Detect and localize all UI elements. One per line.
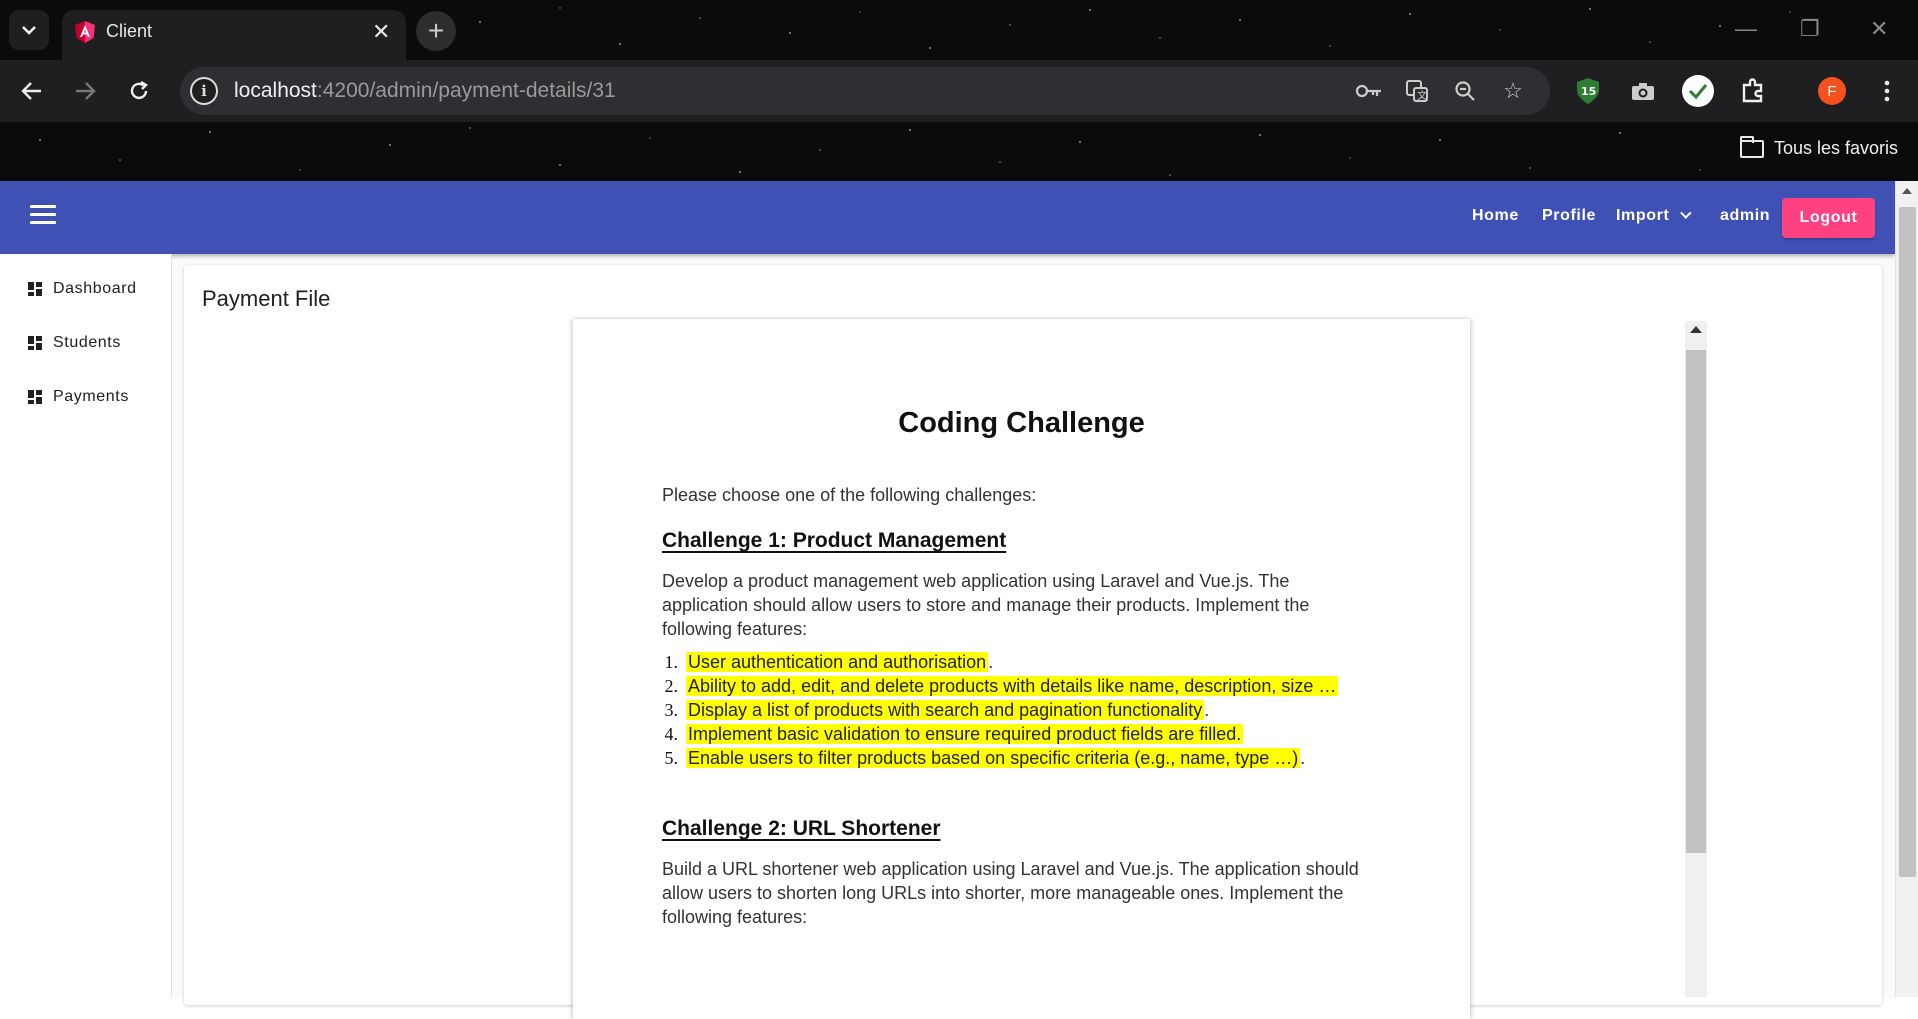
sidebar-item-dashboard[interactable]: Dashboard xyxy=(28,280,137,298)
menu-hamburger-icon[interactable] xyxy=(30,205,56,225)
back-arrow-icon[interactable] xyxy=(15,74,49,108)
nav-import-menu[interactable]: Import xyxy=(1616,207,1692,225)
url-text[interactable]: localhost:4200/admin/payment-details/31 xyxy=(234,79,616,103)
sidebar-item-label: Dashboard xyxy=(53,280,137,297)
reload-icon[interactable] xyxy=(122,74,156,108)
challenge2-desc-line: following features: xyxy=(662,907,808,927)
translate-icon[interactable]: 文 xyxy=(1403,78,1431,104)
feature-list-item: 1. User authentication and authorisation. xyxy=(664,652,994,672)
angular-favicon-icon xyxy=(75,21,95,43)
browser-chrome: Client ✕ + — ❐ ✕ i localhost:4200/admin/… xyxy=(0,0,1918,181)
sidebar-item-label: Payments xyxy=(53,388,129,405)
svg-text:文: 文 xyxy=(1417,89,1427,102)
dashboard-icon xyxy=(28,336,42,350)
nav-home-link[interactable]: Home xyxy=(1472,207,1519,225)
challenge2-desc-line: Build a URL shortener web application us… xyxy=(662,859,1359,879)
address-bar[interactable]: i localhost:4200/admin/payment-details/3… xyxy=(180,67,1550,115)
close-window-icon[interactable]: ✕ xyxy=(1870,16,1888,42)
tab-strip: Client ✕ + — ❐ ✕ xyxy=(0,0,1918,60)
nav-import-label: Import xyxy=(1616,207,1670,224)
sidebar-item-label: Students xyxy=(53,334,121,351)
pdf-scroll-thumb[interactable] xyxy=(1686,350,1706,853)
challenge1-desc-line: following features: xyxy=(662,619,808,639)
folder-icon xyxy=(1739,135,1764,158)
sidebar: Dashboard Students Payments xyxy=(0,254,172,997)
top-app-bar: Home Profile Import admin Logout xyxy=(0,181,1895,254)
pdf-page[interactable]: Coding Challenge Please choose one of th… xyxy=(573,319,1470,1019)
zoom-icon[interactable] xyxy=(1451,78,1479,104)
restore-icon[interactable]: ❐ xyxy=(1800,16,1820,42)
challenge2-desc-line: allow users to shorten long URLs into sh… xyxy=(662,883,1344,903)
profile-avatar[interactable]: F xyxy=(1815,74,1849,108)
scroll-up-arrow-icon[interactable] xyxy=(1690,326,1702,333)
url-path: :4200/admin/payment-details/31 xyxy=(316,79,616,102)
dashboard-icon xyxy=(28,390,42,404)
chevron-down-icon xyxy=(22,26,36,35)
feature-list-item: 2. Ability to add, edit, and delete produ… xyxy=(664,676,1339,696)
feature-list-item: 4. Implement basic validation to ensure r… xyxy=(664,724,1244,744)
minimize-icon[interactable]: — xyxy=(1735,16,1757,42)
chevron-down-icon xyxy=(1680,207,1692,219)
nav-profile-link[interactable]: Profile xyxy=(1542,207,1596,225)
challenge1-heading: Challenge 1: Product Management xyxy=(662,529,1007,552)
camera-icon[interactable] xyxy=(1626,74,1660,108)
extensions-puzzle-icon[interactable] xyxy=(1736,74,1770,108)
scroll-up-arrow-icon[interactable] xyxy=(1902,188,1912,194)
url-host: localhost xyxy=(234,79,317,102)
star-bookmark-icon[interactable]: ☆ xyxy=(1499,78,1527,104)
checkmark-extension-icon[interactable] xyxy=(1681,74,1715,108)
new-tab-plus-icon[interactable]: + xyxy=(416,11,456,51)
all-bookmarks-button[interactable]: Tous les favoris xyxy=(1739,135,1898,159)
ublock-shield-icon[interactable]: 15 xyxy=(1571,74,1605,108)
page-scrollbar[interactable] xyxy=(1895,181,1918,997)
bookmarks-label: Tous les favoris xyxy=(1773,138,1898,158)
more-menu-icon[interactable] xyxy=(1870,74,1904,108)
page-scroll-thumb[interactable] xyxy=(1899,207,1916,877)
challenge2-heading: Challenge 2: URL Shortener xyxy=(662,817,941,840)
forward-arrow-icon[interactable] xyxy=(68,74,102,108)
logout-button[interactable]: Logout xyxy=(1782,198,1875,238)
nav-user-label: admin xyxy=(1720,207,1771,224)
document-intro: Please choose one of the following chall… xyxy=(662,485,1037,505)
feature-list-item: 5. Enable users to filter products based … xyxy=(664,748,1306,768)
key-icon[interactable] xyxy=(1355,78,1383,104)
pdf-scrollbar[interactable] xyxy=(1685,321,1707,997)
profile-initial: F xyxy=(1818,77,1846,105)
site-info-icon[interactable]: i xyxy=(190,77,218,105)
document-title: Coding Challenge xyxy=(898,407,1145,439)
dashboard-icon xyxy=(28,282,42,296)
tab-close-icon[interactable]: ✕ xyxy=(372,19,390,45)
tab-title: Client xyxy=(106,21,153,41)
challenge1-desc-line: application should allow users to store … xyxy=(662,595,1310,615)
challenge1-desc-line: Develop a product management web applica… xyxy=(662,571,1290,591)
sidebar-item-payments[interactable]: Payments xyxy=(28,388,129,406)
sidebar-item-students[interactable]: Students xyxy=(28,334,121,352)
feature-list-item: 3. Display a list of products with search… xyxy=(664,700,1210,720)
page-title: Payment File xyxy=(202,286,331,311)
tab-search-button[interactable] xyxy=(9,10,49,50)
extension-badge: 15 xyxy=(1581,85,1596,98)
browser-tab-active[interactable]: Client ✕ xyxy=(62,10,406,60)
